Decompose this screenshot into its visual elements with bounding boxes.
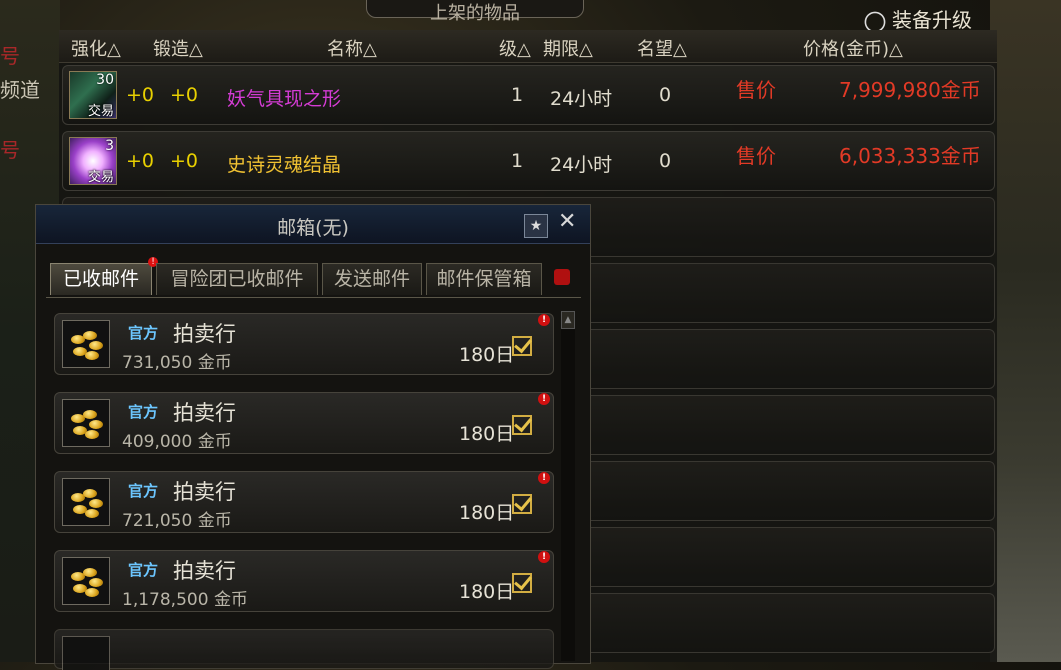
background-text: 频道 xyxy=(0,78,40,102)
item-stack-count: 3 xyxy=(105,138,114,154)
listed-items-header: 上架的物品 xyxy=(366,0,584,24)
mail-select-checkbox[interactable] xyxy=(512,573,532,593)
item-fame: 0 xyxy=(659,150,672,172)
equipment-upgrade-label: 装备升级 xyxy=(892,8,972,32)
listing-row[interactable]: 30 交易 +0 +0 妖气具现之形 1 24小时 0 售价 7,999,980… xyxy=(62,65,995,125)
mail-select-checkbox[interactable] xyxy=(512,494,532,514)
item-fame: 0 xyxy=(659,84,672,106)
header-forge[interactable]: 锻造△ xyxy=(153,35,203,61)
header-duration[interactable]: 期限△ xyxy=(543,35,593,61)
mail-expiry: 180日 xyxy=(459,344,515,366)
mail-list-scrollbar[interactable]: ▲ xyxy=(561,311,575,661)
tab-team-received-mail[interactable]: 冒险团已收邮件 xyxy=(156,263,318,295)
header-name[interactable]: 名称△ xyxy=(327,35,377,61)
forge-value: +0 xyxy=(170,150,199,172)
mail-item[interactable]: 官方 拍卖行 731,050 金币 180日 ! xyxy=(54,313,554,375)
header-level[interactable]: 级△ xyxy=(499,35,531,61)
mailbox-window: 邮箱(无) ★ ✕ 已收邮件 ! 冒险团已收邮件 发送邮件 邮件保管箱 ▲ 官方… xyxy=(35,204,591,670)
header-price[interactable]: 价格(金币)△ xyxy=(803,35,903,61)
empty-slot-icon xyxy=(62,636,110,670)
mail-select-checkbox[interactable] xyxy=(512,415,532,435)
close-icon[interactable]: ✕ xyxy=(558,209,576,234)
demonic-aura-icon: 30 交易 xyxy=(69,71,117,119)
mail-sender: 拍卖行 xyxy=(173,322,236,346)
listed-items-label: 上架的物品 xyxy=(430,3,520,24)
mail-item[interactable]: 官方 拍卖行 1,178,500 金币 180日 ! xyxy=(54,550,554,612)
mailbox-title: 邮箱(无) xyxy=(277,217,349,239)
tradeable-tag: 交易 xyxy=(88,170,115,185)
item-duration: 24小时 xyxy=(550,154,613,176)
listing-row[interactable]: 3 交易 +0 +0 史诗灵魂结晶 1 24小时 0 售价 6,033,333金… xyxy=(62,131,995,191)
mail-sender: 拍卖行 xyxy=(173,480,236,504)
mail-item[interactable]: 官方 拍卖行 721,050 金币 180日 ! xyxy=(54,471,554,533)
epic-soul-crystal-icon: 3 交易 xyxy=(69,137,117,185)
official-badge: 官方 xyxy=(128,561,159,579)
gold-coins-icon xyxy=(62,557,110,605)
item-name[interactable]: 妖气具现之形 xyxy=(227,84,341,111)
official-badge: 官方 xyxy=(128,324,159,342)
official-badge: 官方 xyxy=(128,403,159,421)
mail-alert-icon: ! xyxy=(538,393,550,405)
background-text: 号 xyxy=(0,138,20,162)
tab-mail-storage[interactable]: 邮件保管箱 xyxy=(426,263,542,295)
pin-icon[interactable]: ★ xyxy=(524,214,548,238)
item-name[interactable]: 史诗灵魂结晶 xyxy=(227,150,341,177)
item-level: 1 xyxy=(511,84,524,106)
mail-gold-amount: 731,050 金币 xyxy=(122,353,232,373)
upgrade-icon xyxy=(864,11,886,32)
tab-send-mail[interactable]: 发送邮件 xyxy=(322,263,422,295)
item-price: 7,999,980金币 xyxy=(839,78,981,102)
mail-alert-icon: ! xyxy=(538,551,550,563)
mail-gold-amount: 409,000 金币 xyxy=(122,432,232,452)
price-label: 售价 xyxy=(736,144,776,168)
tradeable-tag: 交易 xyxy=(88,104,115,119)
background-text: 号 xyxy=(0,44,20,68)
scroll-up-icon[interactable]: ▲ xyxy=(561,311,575,329)
official-badge: 官方 xyxy=(128,482,159,500)
item-price: 6,033,333金币 xyxy=(839,144,981,168)
header-fame[interactable]: 名望△ xyxy=(637,35,687,61)
mail-gold-amount: 721,050 金币 xyxy=(122,511,232,531)
item-duration: 24小时 xyxy=(550,88,613,110)
enhance-value: +0 xyxy=(126,150,155,172)
gold-coins-icon xyxy=(62,399,110,447)
mail-alert-icon: ! xyxy=(538,472,550,484)
mail-alert-icon: ! xyxy=(538,314,550,326)
item-stack-count: 30 xyxy=(96,72,114,88)
mail-sender: 拍卖行 xyxy=(173,559,236,583)
gold-coins-icon xyxy=(62,320,110,368)
column-headers: 强化△ 锻造△ 名称△ 级△ 期限△ 名望△ 价格(金币)△ xyxy=(59,30,997,63)
mail-gold-amount: 1,178,500 金币 xyxy=(122,590,248,610)
header-enhance[interactable]: 强化△ xyxy=(71,35,121,61)
mailbox-tabs: 已收邮件 ! 冒险团已收邮件 发送邮件 邮件保管箱 xyxy=(50,257,570,297)
item-level: 1 xyxy=(511,150,524,172)
forge-value: +0 xyxy=(170,84,199,106)
price-label: 售价 xyxy=(736,78,776,102)
mail-expiry: 180日 xyxy=(459,502,515,524)
mailbox-title-bar[interactable]: 邮箱(无) ★ ✕ xyxy=(36,205,590,244)
tab-received-mail[interactable]: 已收邮件 xyxy=(50,263,152,295)
gold-coins-icon xyxy=(62,478,110,526)
enhance-value: +0 xyxy=(126,84,155,106)
mail-item[interactable]: 官方 拍卖行 409,000 金币 180日 ! xyxy=(54,392,554,454)
mail-sender: 拍卖行 xyxy=(173,401,236,425)
mail-expiry: 180日 xyxy=(459,423,515,445)
mail-item-empty[interactable] xyxy=(54,629,554,670)
mail-expiry: 180日 xyxy=(459,581,515,603)
mail-storage-icon[interactable] xyxy=(554,269,570,285)
mail-select-checkbox[interactable] xyxy=(512,336,532,356)
background-right-panel xyxy=(990,0,1061,662)
